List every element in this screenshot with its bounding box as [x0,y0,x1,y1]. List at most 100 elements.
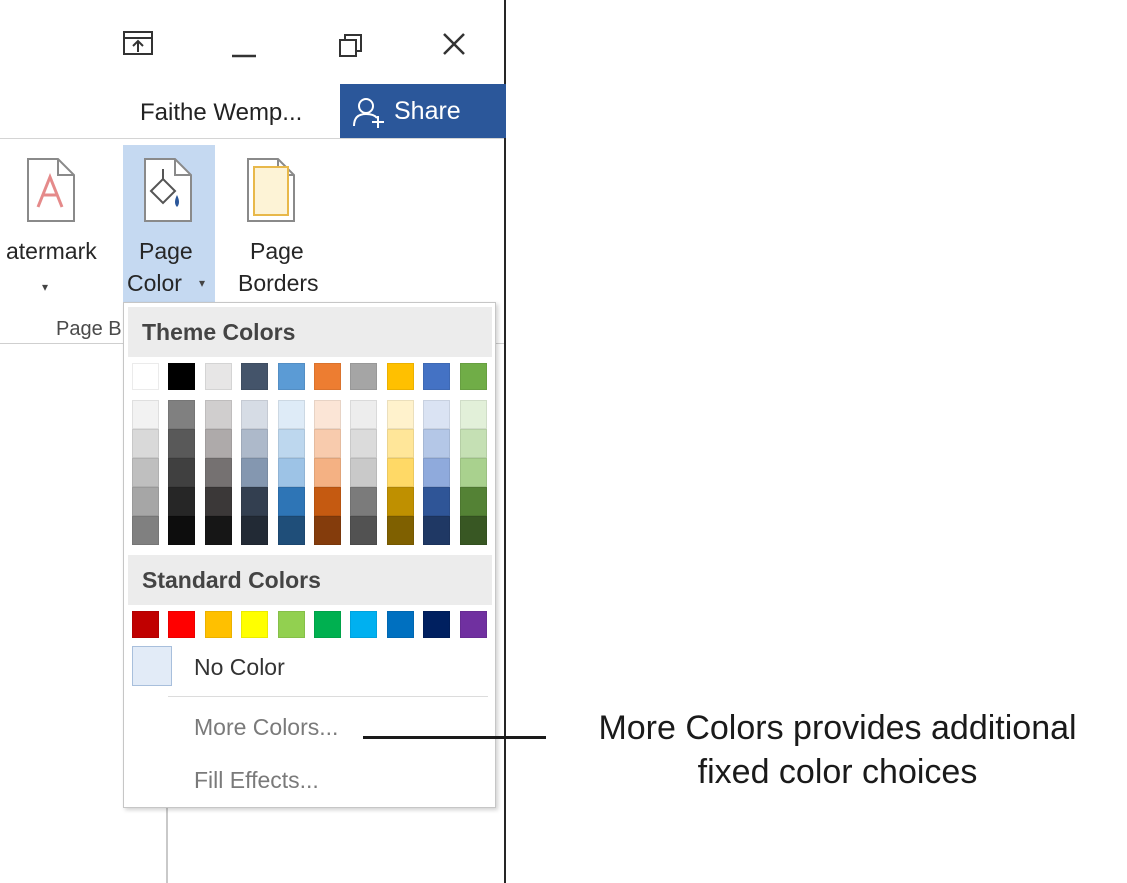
standard-color-swatch[interactable] [132,611,159,638]
theme-color-shade-swatch[interactable] [350,458,378,487]
callout-line [363,736,546,739]
theme-color-shade-swatch[interactable] [459,400,487,429]
theme-color-shade-swatch[interactable] [132,516,159,545]
theme-color-shade-swatch[interactable] [277,400,305,429]
share-person-icon [353,98,384,128]
theme-color-swatch[interactable] [350,363,378,390]
theme-color-shade-swatch[interactable] [241,516,269,545]
theme-color-swatch[interactable] [204,363,232,390]
theme-color-shade-swatch[interactable] [277,458,305,487]
theme-color-shade-swatch[interactable] [204,429,232,458]
dropdown-arrow-icon: ▾ [42,280,49,294]
theme-color-shade-swatch[interactable] [132,429,159,458]
title-bar [0,0,504,88]
standard-color-swatch[interactable] [314,611,341,638]
theme-color-shade-swatch[interactable] [314,487,341,516]
standard-color-swatch[interactable] [459,611,487,638]
theme-colors-title: Theme Colors [142,319,296,345]
page-borders-icon [247,158,295,222]
theme-color-shade-swatch[interactable] [204,458,232,487]
theme-color-shade-swatch[interactable] [350,400,378,429]
theme-color-shade-swatch[interactable] [386,458,414,487]
page-color-button[interactable]: Page Color ▾ [123,145,215,309]
theme-color-swatch[interactable] [459,363,487,390]
theme-color-shade-swatch[interactable] [314,516,341,545]
theme-color-shade-swatch[interactable] [241,487,269,516]
close-icon [443,33,465,55]
theme-color-shade-swatch[interactable] [459,516,487,545]
ribbon-display-icon [123,31,153,55]
restore-button[interactable] [318,20,378,72]
callout-line1: More Colors provides additional [598,709,1077,747]
theme-color-shade-swatch[interactable] [241,400,269,429]
theme-color-swatch[interactable] [277,363,305,390]
close-button[interactable] [424,20,484,72]
theme-color-shade-swatch[interactable] [277,487,305,516]
theme-color-shade-swatch[interactable] [132,458,159,487]
theme-color-shade-swatch[interactable] [350,487,378,516]
callout-line2: fixed color choices [697,753,978,791]
theme-color-shade-swatch[interactable] [168,487,196,516]
minimize-button[interactable] [212,20,272,72]
theme-color-shade-swatch[interactable] [204,516,232,545]
theme-color-shade-swatch[interactable] [423,487,451,516]
theme-color-shade-swatch[interactable] [132,487,159,516]
theme-color-shade-swatch[interactable] [423,458,451,487]
theme-color-shade-swatch[interactable] [459,487,487,516]
page-borders-label-line1: Page [250,238,304,264]
standard-color-swatch[interactable] [277,611,305,638]
share-button[interactable]: Share [340,84,506,138]
standard-colors-header: Standard Colors [128,555,492,605]
more-colors-item[interactable]: More Colors... [194,711,338,743]
standard-color-swatch[interactable] [350,611,378,638]
theme-color-shade-swatch[interactable] [386,429,414,458]
theme-color-shade-swatch[interactable] [241,458,269,487]
theme-color-shade-swatch[interactable] [132,400,159,429]
theme-color-shade-swatch[interactable] [204,487,232,516]
standard-color-swatch[interactable] [386,611,414,638]
theme-color-swatch[interactable] [241,363,269,390]
theme-color-shade-swatch[interactable] [168,429,196,458]
theme-color-swatch[interactable] [386,363,414,390]
theme-color-shade-swatch[interactable] [386,487,414,516]
theme-color-shade-swatch[interactable] [350,516,378,545]
theme-color-shade-swatch[interactable] [314,458,341,487]
theme-color-shade-swatch[interactable] [423,400,451,429]
theme-color-shade-swatch[interactable] [241,429,269,458]
theme-color-swatch[interactable] [314,363,341,390]
fill-effects-item[interactable]: Fill Effects... [194,764,319,796]
theme-color-shade-swatch[interactable] [168,458,196,487]
menu-separator [168,696,488,697]
theme-color-shade-swatch[interactable] [459,458,487,487]
standard-color-swatch[interactable] [204,611,232,638]
theme-color-shade-swatch[interactable] [386,400,414,429]
theme-color-shade-swatch[interactable] [423,516,451,545]
theme-color-shade-swatch[interactable] [314,400,341,429]
theme-color-shade-swatch[interactable] [459,429,487,458]
page-borders-button[interactable]: Page Borders [220,145,320,309]
standard-color-swatch[interactable] [168,611,196,638]
theme-color-swatch[interactable] [168,363,196,390]
theme-color-shade-swatch[interactable] [314,429,341,458]
theme-color-shade-swatch[interactable] [350,429,378,458]
standard-color-swatch[interactable] [241,611,269,638]
no-color-item[interactable]: No Color [194,651,285,683]
theme-color-shade-swatch[interactable] [423,429,451,458]
ribbon-display-options-button[interactable] [110,20,170,72]
word-window: Faithe Wemp... Share atermark ▾ Page Col… [0,0,506,883]
theme-color-shade-swatch[interactable] [168,516,196,545]
theme-color-shade-swatch[interactable] [204,400,232,429]
page-color-icon [144,158,192,222]
standard-color-swatch[interactable] [423,611,451,638]
theme-color-swatch[interactable] [423,363,451,390]
no-color-swatch[interactable] [132,646,172,686]
minimize-icon [232,54,256,58]
theme-color-shade-swatch[interactable] [277,429,305,458]
theme-color-shade-swatch[interactable] [168,400,196,429]
theme-color-shade-swatch[interactable] [277,516,305,545]
watermark-button[interactable]: atermark ▾ [0,145,120,309]
theme-color-swatch[interactable] [132,363,159,390]
standard-colors-title: Standard Colors [142,567,321,593]
user-account-name[interactable]: Faithe Wemp... [140,96,302,130]
theme-color-shade-swatch[interactable] [386,516,414,545]
